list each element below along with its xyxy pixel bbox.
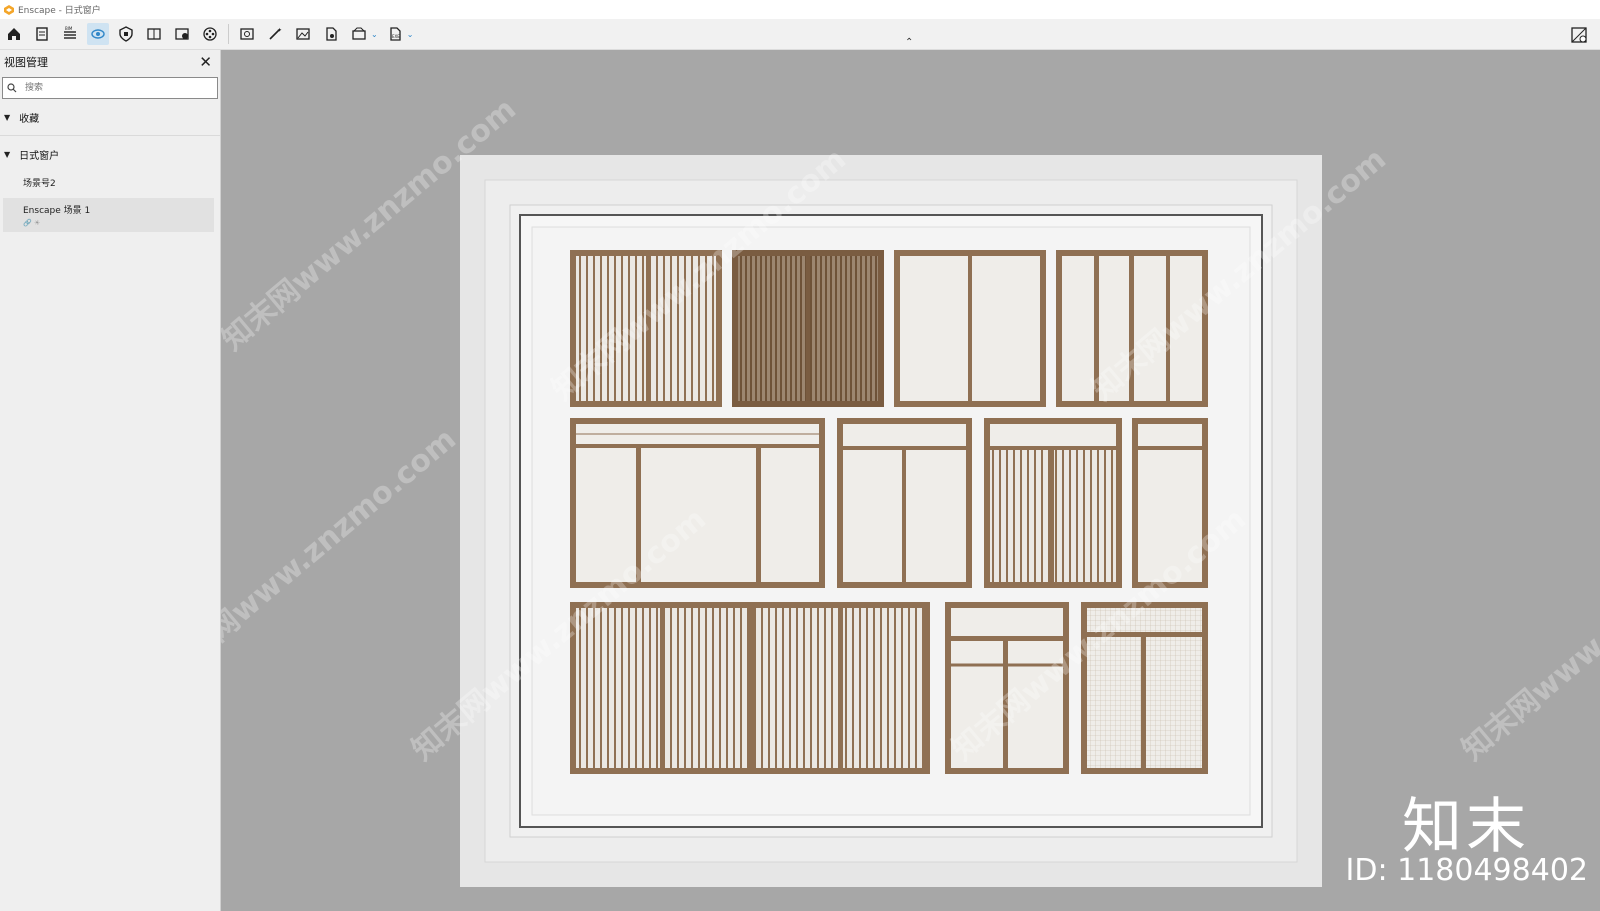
window-8 bbox=[1132, 418, 1208, 588]
svg-text:EXE: EXE bbox=[392, 34, 400, 39]
bim-icon: BIM bbox=[64, 26, 76, 39]
view-manager-panel: 视图管理 ✕ ▼ 收藏 ▼ 日式窗户 场景号2 Enscape 场景 1 🔗 ☀ bbox=[0, 50, 221, 911]
svg-text:✦: ✦ bbox=[277, 27, 282, 34]
exe-export-icon: EXE bbox=[390, 27, 401, 41]
watermark-brand: 知末 bbox=[1402, 792, 1530, 862]
main-toolbar: BIM ✦ ⌄ EXE ⌄ bbox=[0, 19, 1600, 50]
render-viewport[interactable]: 知末网www.znzmo.com 知末网www.znzmo.com 知末网www… bbox=[221, 50, 1600, 911]
divider bbox=[0, 135, 220, 136]
window-4 bbox=[1056, 250, 1208, 407]
view-link-sun-icons: 🔗 ☀ bbox=[23, 219, 41, 227]
view-item-scene-2[interactable]: 场景号2 bbox=[0, 168, 220, 196]
view-manager-button[interactable] bbox=[87, 23, 109, 45]
enscape-logo-icon bbox=[4, 4, 14, 15]
group-label: 日式窗户 bbox=[19, 150, 60, 162]
watermark-text: 知末网www.znzmo.com bbox=[221, 421, 463, 688]
shield-icon bbox=[119, 26, 133, 42]
window-10 bbox=[945, 602, 1069, 774]
book-button[interactable] bbox=[143, 23, 165, 45]
window-7 bbox=[984, 418, 1122, 588]
panel-header: 视图管理 ✕ bbox=[0, 50, 220, 74]
document-button[interactable] bbox=[31, 23, 53, 45]
film-reel-icon bbox=[203, 27, 217, 41]
view-item-enscape-scene-1[interactable]: Enscape 场景 1 🔗 ☀ bbox=[3, 198, 214, 232]
search-input[interactable] bbox=[23, 82, 207, 94]
window-title: Enscape - 日式窗户 bbox=[18, 6, 101, 16]
panorama-dropdown-chevron-icon[interactable]: ⌄ bbox=[371, 30, 378, 39]
window-11 bbox=[1081, 602, 1208, 774]
view-label: 场景号2 bbox=[23, 178, 56, 189]
window-6 bbox=[837, 418, 972, 588]
group-japanese-windows[interactable]: ▼ 日式窗户 bbox=[0, 140, 220, 168]
home-icon bbox=[8, 28, 20, 40]
close-icon[interactable]: ✕ bbox=[199, 54, 212, 70]
export-file-icon bbox=[326, 27, 337, 41]
screenshot-icon bbox=[240, 28, 254, 40]
window-3 bbox=[894, 250, 1046, 407]
view-label: Enscape 场景 1 bbox=[23, 206, 91, 216]
panorama-button[interactable] bbox=[348, 23, 370, 45]
film-reel-button[interactable] bbox=[199, 23, 221, 45]
window-2 bbox=[732, 250, 884, 407]
book-icon bbox=[147, 28, 161, 40]
collapse-toolbar-chevron-icon[interactable]: ⌃ bbox=[905, 37, 913, 48]
window-9 bbox=[570, 602, 930, 774]
document-icon bbox=[36, 27, 48, 41]
shield-button[interactable] bbox=[115, 23, 137, 45]
window-5 bbox=[570, 418, 825, 588]
image-icon bbox=[296, 28, 310, 40]
asset-library-button[interactable] bbox=[171, 23, 193, 45]
title-bar: Enscape - 日式窗户 bbox=[0, 0, 1600, 19]
watermark-id: ID: 1180498402 bbox=[1345, 853, 1588, 888]
bim-button[interactable]: BIM bbox=[59, 23, 81, 45]
magic-wand-icon: ✦ bbox=[269, 27, 282, 40]
asset-library-icon bbox=[175, 28, 189, 40]
panel-title: 视图管理 bbox=[4, 56, 48, 69]
search-icon bbox=[7, 83, 17, 93]
export-file-button[interactable] bbox=[320, 23, 342, 45]
settings-icon[interactable] bbox=[1570, 26, 1588, 44]
expand-triangle-icon[interactable]: ▼ bbox=[4, 113, 10, 122]
screenshot-button[interactable] bbox=[236, 23, 258, 45]
group-favorites[interactable]: ▼ 收藏 bbox=[0, 103, 220, 131]
group-label: 收藏 bbox=[19, 113, 40, 125]
window-1 bbox=[570, 250, 722, 407]
view-manager-icon bbox=[91, 29, 105, 39]
search-field[interactable] bbox=[2, 77, 218, 99]
exe-export-button[interactable]: EXE bbox=[384, 23, 406, 45]
exe-dropdown-chevron-icon[interactable]: ⌄ bbox=[407, 30, 414, 39]
toolbar-separator bbox=[228, 24, 229, 44]
panorama-icon bbox=[352, 27, 366, 40]
image-button[interactable] bbox=[292, 23, 314, 45]
expand-triangle-icon[interactable]: ▼ bbox=[4, 150, 10, 159]
watermark-text: 知末网www.znzmo.com bbox=[1455, 501, 1600, 768]
window-collection-render bbox=[460, 155, 1322, 887]
svg-text:BIM: BIM bbox=[65, 26, 73, 31]
magic-wand-button[interactable]: ✦ bbox=[264, 23, 286, 45]
home-button[interactable] bbox=[3, 23, 25, 45]
